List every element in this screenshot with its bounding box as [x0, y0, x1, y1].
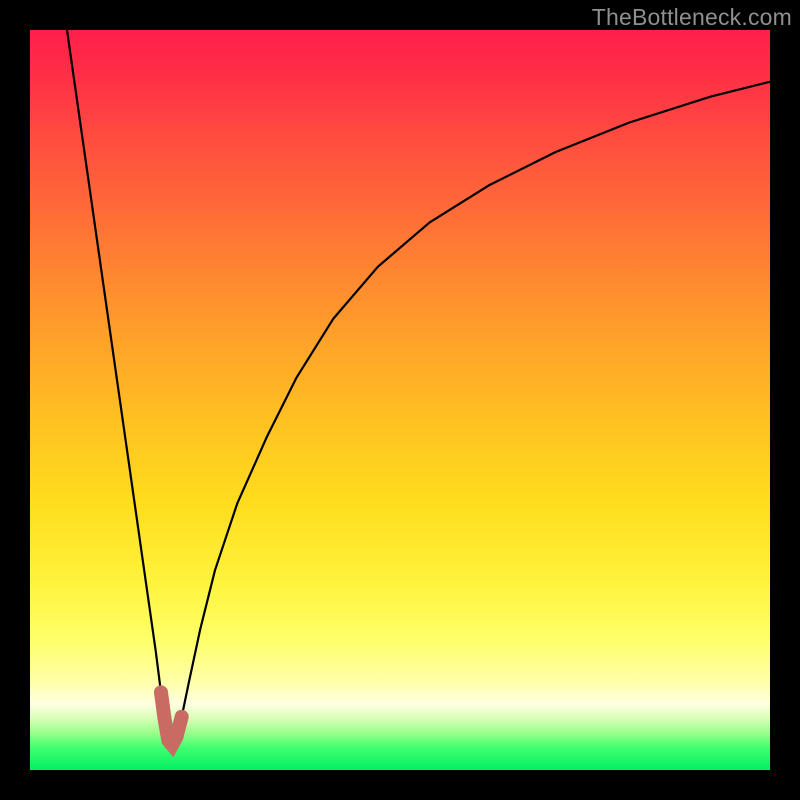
bottleneck-curve	[67, 30, 770, 745]
curve-layer	[30, 30, 770, 770]
watermark-text: TheBottleneck.com	[592, 4, 792, 31]
chart-container: TheBottleneck.com	[0, 0, 800, 800]
plot-area	[30, 30, 770, 770]
optimum-marker	[161, 692, 182, 745]
